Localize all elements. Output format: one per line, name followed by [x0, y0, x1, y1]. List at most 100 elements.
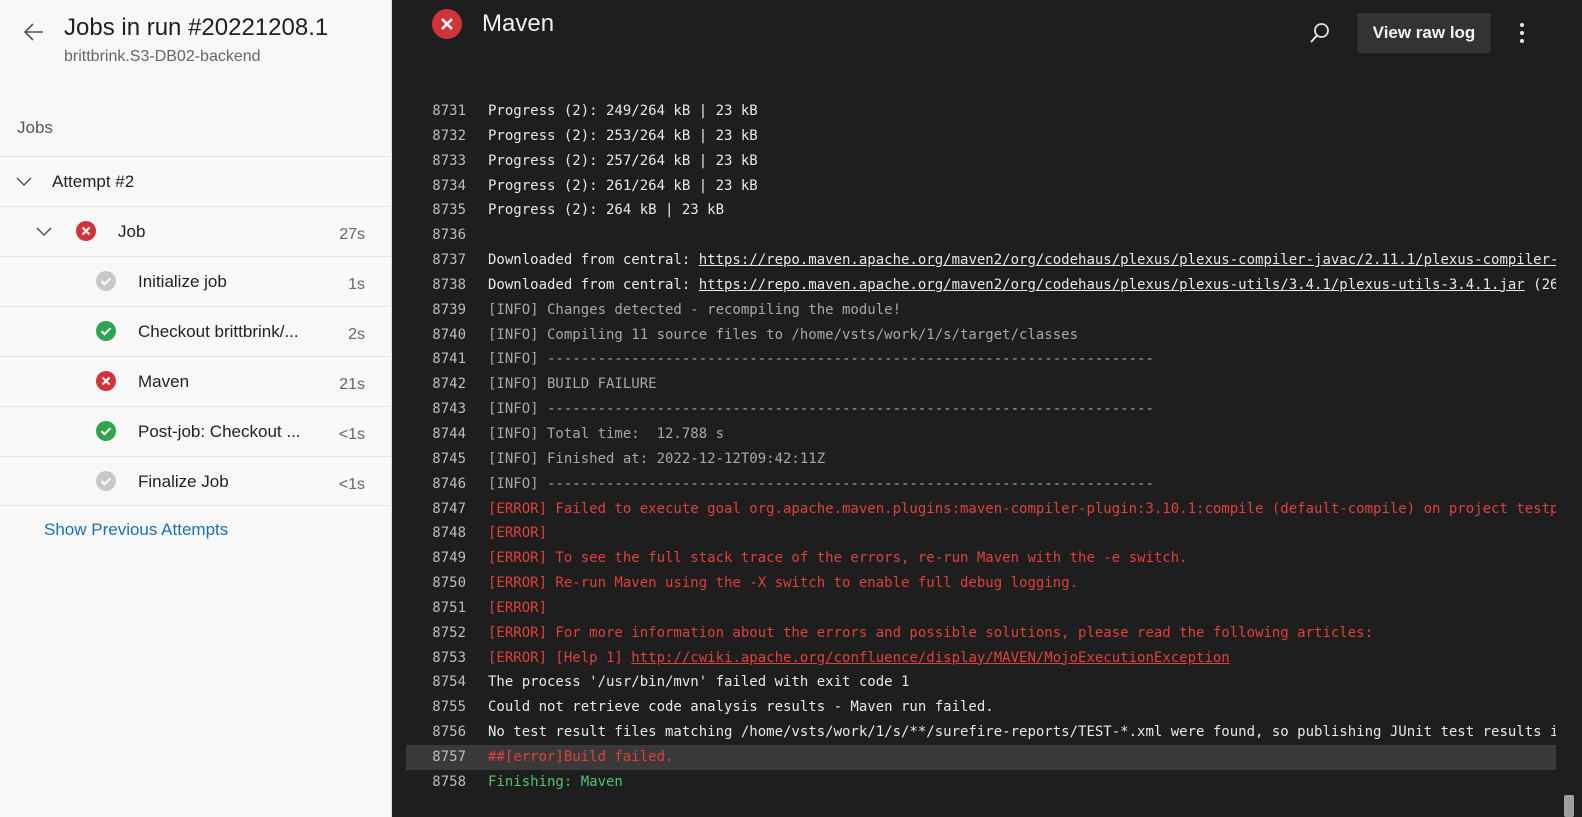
line-number: 8733	[432, 152, 466, 169]
attempt-row[interactable]: Attempt #2	[0, 156, 391, 206]
log-line: 8758 Finishing: Maven	[406, 770, 1556, 795]
line-text-content: [ERROR]	[488, 599, 548, 616]
step-duration: 2s	[348, 326, 365, 343]
search-button[interactable]	[1307, 20, 1333, 46]
line-text: Downloaded from central: https://repo.ma…	[488, 273, 1556, 298]
log-line: 8737 Downloaded from central: https://rep…	[406, 248, 1556, 273]
line-text: [INFO] ---------------------------------…	[488, 472, 1154, 497]
step-title: Maven	[482, 10, 555, 37]
log-line: 8745 [INFO] Finished at: 2022-12-12T09:42…	[406, 447, 1556, 472]
line-text: Progress (2): 257/264 kB | 23 kB	[488, 149, 758, 174]
line-text-content: [INFO] ---------------------------------…	[488, 351, 1154, 368]
step-label: Maven	[138, 372, 190, 391]
log-line: 8732 Progress (2): 253/264 kB | 23 kB	[406, 124, 1556, 149]
line-text: Progress (2): 253/264 kB | 23 kB	[488, 124, 758, 149]
scrollbar-thumb[interactable]	[1564, 795, 1574, 817]
step-row[interactable]: Post-job: Checkout ... <1s	[0, 406, 391, 456]
line-text-content: Progress (2): 264 kB | 23 kB	[488, 202, 725, 219]
line-number: 8755	[432, 699, 466, 716]
line-text-content: Could not retrieve code analysis results…	[488, 699, 994, 716]
more-options-button[interactable]	[1512, 20, 1532, 46]
line-text: Progress (2): 249/264 kB | 23 kB	[488, 99, 758, 124]
line-number: 8745	[432, 450, 466, 467]
line-text: Finishing: Maven	[488, 770, 623, 795]
log-line: 8746 [INFO] -----------------------------…	[406, 472, 1556, 497]
log-line: 8744 [INFO] Total time: 12.788 s	[406, 422, 1556, 447]
search-icon	[1310, 23, 1329, 43]
line-number: 8751	[432, 599, 466, 616]
log-line: 8756 No test result files matching /home/…	[406, 720, 1556, 745]
line-text-content: Progress (2): 257/264 kB | 23 kB	[488, 152, 758, 169]
log-line: 8739 [INFO] Changes detected - recompilin…	[406, 298, 1556, 323]
job-list: Attempt #2 Job 27s Initialize job 1s Che…	[0, 156, 391, 506]
line-number: 8750	[432, 575, 466, 592]
line-number: 8754	[432, 674, 466, 691]
line-text-content: [ERROR]	[488, 525, 548, 542]
line-text: [INFO] Changes detected - recompiling th…	[488, 298, 901, 323]
line-number: 8737	[432, 252, 466, 269]
step-row[interactable]: Checkout brittbrink/... 2s	[0, 306, 391, 356]
log-line: 8738 Downloaded from central: https://rep…	[406, 273, 1556, 298]
view-raw-log-button[interactable]: View raw log	[1357, 13, 1491, 53]
line-number: 8757	[432, 748, 466, 765]
line-text: The process '/usr/bin/mvn' failed with e…	[488, 670, 909, 695]
back-button[interactable]	[18, 16, 50, 48]
log-link[interactable]: https://repo.maven.apache.org/maven2/org…	[699, 277, 1525, 293]
job-duration: 27s	[339, 226, 365, 243]
line-text-content: [INFO] Compiling 11 source files to /hom…	[488, 326, 1079, 343]
log-link[interactable]: https://repo.maven.apache.org/maven2/org…	[699, 252, 1556, 268]
step-row[interactable]: Initialize job 1s	[0, 256, 391, 306]
chevron-down-icon[interactable]	[34, 222, 54, 242]
log-line: 8736	[406, 223, 1556, 248]
line-number: 8741	[432, 351, 466, 368]
line-text-content: Downloaded from central:	[488, 252, 699, 269]
line-text-suffix: (264 kB	[1533, 276, 1556, 293]
line-text: [INFO] Finished at: 2022-12-12T09:42:11Z	[488, 447, 825, 472]
line-text-content: [INFO] Total time: 12.788 s	[488, 425, 725, 442]
line-number: 8742	[432, 376, 466, 393]
log-line: 8757 ##[error]Build failed.	[406, 744, 1556, 770]
step-duration: <1s	[338, 426, 365, 443]
log-line: 8740 [INFO] Compiling 11 source files to …	[406, 323, 1556, 348]
log-line: 8747 [ERROR] Failed to execute goal org.a…	[406, 497, 1556, 522]
line-text-content: ##[error]Build failed.	[488, 748, 674, 765]
step-label: Finalize Job	[138, 472, 229, 491]
log-line: 8734 Progress (2): 261/264 kB | 23 kB	[406, 174, 1556, 199]
failed-icon	[76, 221, 96, 241]
failed-icon	[96, 371, 116, 391]
step-label: Initialize job	[138, 272, 227, 291]
line-text-content: [INFO] Changes detected - recompiling th…	[488, 301, 902, 318]
step-row[interactable]: Maven 21s	[0, 356, 391, 406]
show-previous-attempts-link[interactable]: Show Previous Attempts	[44, 520, 228, 540]
job-row[interactable]: Job 27s	[0, 206, 391, 256]
log-line: 8752 [ERROR] For more information about t…	[406, 621, 1556, 646]
line-number: 8743	[432, 401, 466, 418]
line-text: No test result files matching /home/vsts…	[488, 720, 1556, 745]
skipped-check-icon	[96, 471, 116, 491]
step-label: Post-job: Checkout ...	[138, 422, 301, 441]
line-text: Progress (2): 264 kB | 23 kB	[488, 198, 724, 223]
line-text-content: Downloaded from central:	[488, 276, 699, 293]
log-line: 8749 [ERROR] To see the full stack trace …	[406, 546, 1556, 571]
log-line: 8735 Progress (2): 264 kB | 23 kB	[406, 198, 1556, 223]
line-number: 8736	[432, 227, 466, 244]
line-text-content: Finishing: Maven	[488, 773, 623, 790]
line-text: [INFO] BUILD FAILURE	[488, 372, 657, 397]
line-number: 8747	[432, 500, 466, 517]
line-number: 8732	[432, 127, 466, 144]
line-text-content: [ERROR] [Help 1]	[488, 649, 632, 666]
line-text-content: No test result files matching /home/vsts…	[488, 724, 1556, 741]
line-number: 8731	[432, 103, 466, 119]
line-text: [ERROR] Failed to execute goal org.apach…	[488, 497, 1556, 522]
line-number: 8744	[432, 425, 466, 442]
line-text: Could not retrieve code analysis results…	[488, 695, 994, 720]
chevron-down-icon[interactable]	[14, 172, 34, 192]
pipeline-name: brittbrink.S3-DB02-backend	[64, 48, 261, 65]
line-text-content: [INFO] BUILD FAILURE	[488, 376, 657, 393]
log-line: 8750 [ERROR] Re-run Maven using the -X sw…	[406, 571, 1556, 596]
log-link[interactable]: http://cwiki.apache.org/confluence/displ…	[631, 650, 1229, 666]
line-number: 8735	[432, 202, 466, 219]
jobs-panel: Jobs in run #20221208.1 brittbrink.S3-DB…	[0, 0, 392, 817]
step-row[interactable]: Finalize Job <1s	[0, 456, 391, 506]
line-number: 8740	[432, 326, 466, 343]
